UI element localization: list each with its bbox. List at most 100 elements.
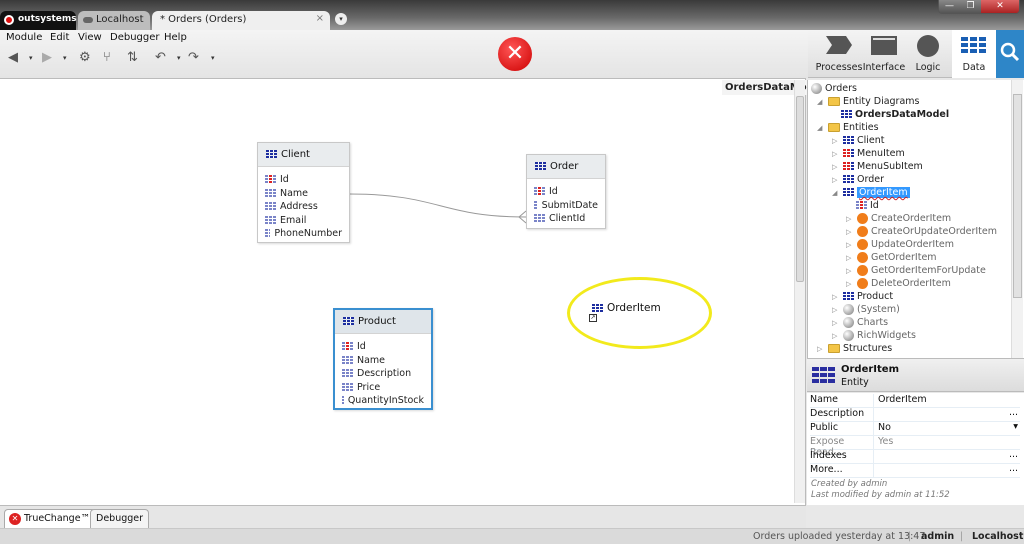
prop-value[interactable]: No ▾: [873, 421, 1020, 435]
attribute[interactable]: SubmitDate: [534, 199, 598, 213]
tree-action[interactable]: ▷ CreateOrderItem: [846, 212, 951, 225]
tab-localhost[interactable]: Localhost: [78, 11, 150, 30]
attribute[interactable]: Id: [534, 185, 598, 199]
prop-value[interactable]: ...: [873, 463, 1020, 477]
entity-icon: [343, 317, 354, 326]
tab-processes[interactable]: Processes: [814, 30, 864, 78]
prop-description[interactable]: Description...: [810, 407, 1020, 422]
tree-entity-product[interactable]: ▷ Product: [832, 290, 893, 303]
close-tab-icon[interactable]: ×: [316, 13, 324, 24]
menu-module[interactable]: Module: [6, 32, 42, 43]
tab-interface[interactable]: Interface: [862, 30, 906, 78]
tab-logic[interactable]: Logic: [906, 30, 950, 78]
prop-name[interactable]: Name OrderItem: [810, 394, 1020, 408]
attribute[interactable]: Email: [265, 214, 342, 228]
back-dropdown-icon[interactable]: ▾: [29, 54, 33, 62]
tree-entity-orderitem[interactable]: ◢ OrderItem: [832, 186, 910, 199]
tab-orders[interactable]: * Orders (Orders) ×: [152, 11, 330, 30]
logic-icon: [917, 35, 939, 57]
tab-debugger[interactable]: Debugger: [90, 509, 150, 528]
tree-action[interactable]: ▷ UpdateOrderItem: [846, 238, 954, 251]
dropdown-arrow-icon[interactable]: ▾: [1013, 421, 1018, 432]
tree-label: UpdateOrderItem: [871, 239, 955, 250]
prop-more[interactable]: More......: [810, 463, 1020, 478]
publish-icon[interactable]: ⇅: [127, 50, 138, 65]
attribute[interactable]: QuantityInStock: [342, 394, 424, 408]
menu-view[interactable]: View: [78, 32, 102, 43]
attribute[interactable]: Id: [265, 173, 342, 187]
gear-icon[interactable]: ⚙: [79, 50, 91, 65]
collapsed-icon: ▷: [846, 253, 852, 262]
attribute[interactable]: Name: [265, 187, 342, 201]
close-window-button[interactable]: ✕: [981, 0, 1019, 13]
tree-action[interactable]: ▷ CreateOrUpdateOrderItem: [846, 225, 997, 238]
prop-value[interactable]: ...: [873, 449, 1020, 463]
redo-icon[interactable]: ↷: [188, 50, 199, 65]
attribute[interactable]: Name: [342, 354, 424, 368]
tree-attribute-id[interactable]: Id: [856, 199, 879, 212]
attribute[interactable]: Price: [342, 381, 424, 395]
back-icon[interactable]: ◀: [8, 50, 18, 65]
compare-icon[interactable]: ⑂: [103, 50, 111, 65]
prop-indexes[interactable]: Indexes...: [810, 449, 1020, 464]
tree-ref-richwidgets[interactable]: ▷ RichWidgets: [832, 329, 916, 342]
tree-action[interactable]: ▷ DeleteOrderItem: [846, 277, 951, 290]
forward-icon[interactable]: ▶: [42, 50, 52, 65]
prop-public[interactable]: Public No ▾: [810, 421, 1020, 436]
expanded-icon: ◢: [817, 123, 823, 132]
attribute[interactable]: Id: [342, 340, 424, 354]
tree-entity-order[interactable]: ▷ Order: [832, 173, 884, 186]
tab-data[interactable]: Data: [952, 30, 996, 78]
collapsed-icon: ▷: [832, 331, 838, 340]
tab-outsystems[interactable]: outsystems: [0, 11, 77, 30]
attribute[interactable]: Address: [265, 200, 342, 214]
tree-entity-diagrams[interactable]: ◢ Entity Diagrams: [817, 95, 920, 108]
entity-client[interactable]: Client Id Name Address Email PhoneNumber: [257, 142, 350, 243]
tree-structures[interactable]: ▷ Structures: [817, 342, 892, 355]
menu-help[interactable]: Help: [164, 32, 187, 43]
redo-dropdown-icon[interactable]: ▾: [211, 54, 215, 62]
prop-value[interactable]: OrderItem: [873, 394, 1020, 407]
minimize-button[interactable]: —: [939, 0, 961, 13]
tab-list-button[interactable]: ▾: [335, 13, 347, 25]
ellipsis-button[interactable]: ...: [1009, 463, 1018, 474]
tree-entity-menusubitem[interactable]: ▷ MenuSubItem: [832, 160, 923, 173]
tree-ref-charts[interactable]: ▷ Charts: [832, 316, 888, 329]
canvas-scroll-thumb[interactable]: [796, 96, 804, 282]
attribute-icon: [265, 188, 276, 198]
ellipsis-button[interactable]: ...: [1009, 449, 1018, 460]
properties-grid: Name OrderItem Description... Public No ▾ E…: [807, 393, 1024, 505]
tree-label: Client: [857, 135, 885, 146]
tree-action[interactable]: ▷ GetOrderItemForUpdate: [846, 264, 986, 277]
tree-entity-menuitem[interactable]: ▷ MenuItem: [832, 147, 905, 160]
tree-entities[interactable]: ◢ Entities: [817, 121, 879, 134]
tree-root[interactable]: Orders: [811, 82, 857, 95]
tree-scroll-thumb[interactable]: [1013, 94, 1022, 298]
prop-value[interactable]: ...: [873, 407, 1020, 421]
entity-icon: [843, 292, 854, 301]
tab-truechange[interactable]: ✕ TrueChange™: [4, 509, 97, 528]
entity-order[interactable]: Order Id SubmitDate ClientId: [526, 154, 606, 229]
ellipsis-button[interactable]: ...: [1009, 407, 1018, 418]
restore-button[interactable]: ❐: [960, 0, 982, 13]
tree-action[interactable]: ▷ GetOrderItem: [846, 251, 937, 264]
tree-entity-client[interactable]: ▷ Client: [832, 134, 885, 147]
module-icon: [811, 83, 822, 94]
menu-edit[interactable]: Edit: [50, 32, 69, 43]
error-status-icon[interactable]: ✕: [498, 37, 532, 71]
search-button[interactable]: [996, 30, 1024, 78]
attribute[interactable]: PhoneNumber: [265, 227, 342, 241]
attribute[interactable]: ClientId: [534, 212, 598, 226]
tree-ref-system[interactable]: ▷ (System): [832, 303, 900, 316]
shortcut-icon: ↗: [589, 314, 597, 322]
tree-diagram[interactable]: OrdersDataModel: [841, 108, 949, 121]
forward-dropdown-icon[interactable]: ▾: [63, 54, 67, 62]
attribute[interactable]: Description: [342, 367, 424, 381]
entity-product[interactable]: Product Id Name Description Price Quanti…: [333, 308, 433, 410]
undo-dropdown-icon[interactable]: ▾: [177, 54, 181, 62]
dropped-entity-orderitem[interactable]: OrderItem: [592, 302, 661, 314]
menu-debugger[interactable]: Debugger: [110, 32, 160, 43]
prop-value: Yes: [873, 436, 1020, 449]
expanded-icon: ◢: [832, 188, 838, 197]
undo-icon[interactable]: ↶: [155, 50, 166, 65]
